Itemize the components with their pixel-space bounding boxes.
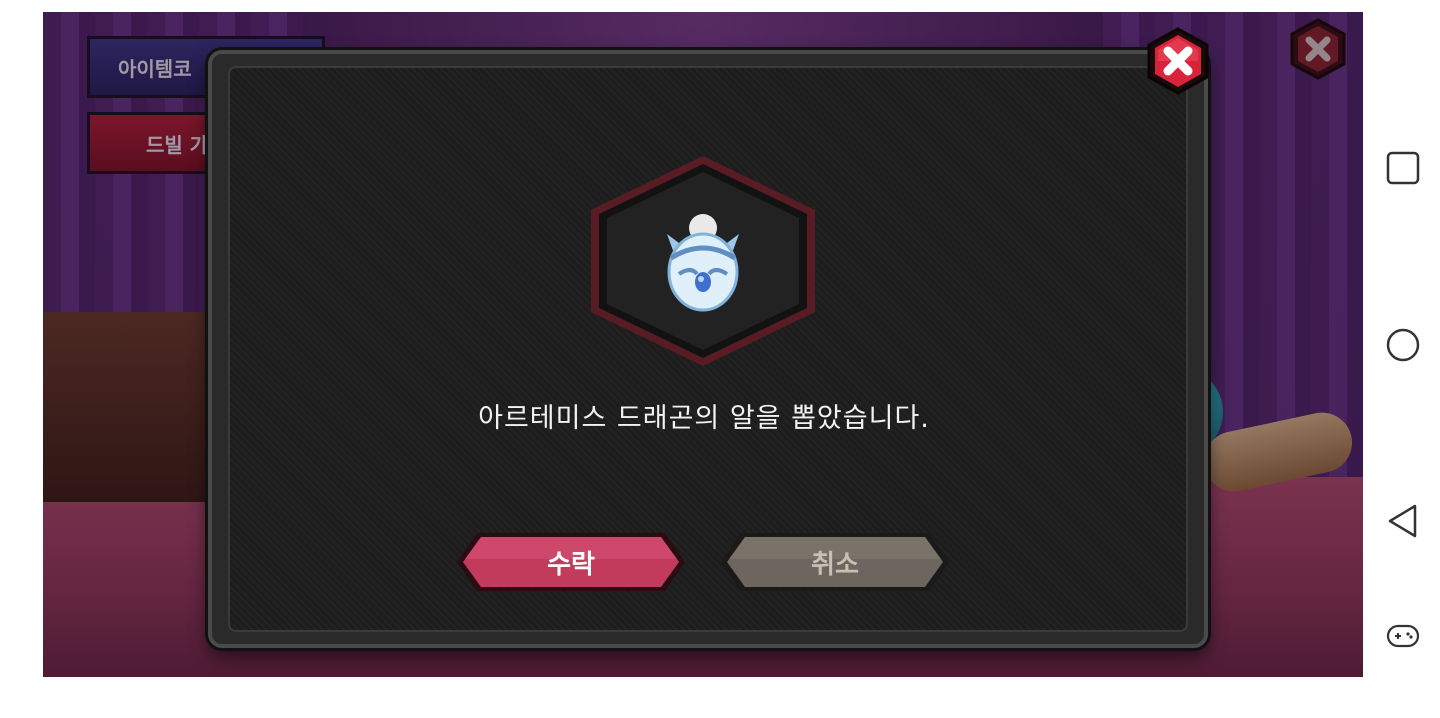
dialog-close-icon[interactable] [1143, 26, 1213, 96]
accept-button[interactable]: 수락 [455, 531, 687, 593]
item-frame [585, 152, 821, 370]
left-letterbox [0, 0, 43, 718]
android-navigation-bar [1363, 0, 1440, 718]
reward-message: 아르테미스 드래곤의 알을 뽑았습니다. [478, 403, 930, 434]
cancel-button[interactable]: 취소 [719, 531, 951, 593]
status-bar-area [0, 0, 1440, 12]
accept-label: 수락 [547, 549, 595, 580]
game-toolbar-icon[interactable] [1385, 618, 1421, 654]
recent-apps-icon[interactable] [1385, 150, 1421, 186]
back-icon[interactable] [1385, 503, 1421, 539]
bottom-letterbox [0, 677, 1363, 718]
home-icon[interactable] [1385, 327, 1421, 363]
cancel-label: 취소 [811, 549, 859, 580]
artemis-dragon-egg-icon [661, 212, 745, 312]
